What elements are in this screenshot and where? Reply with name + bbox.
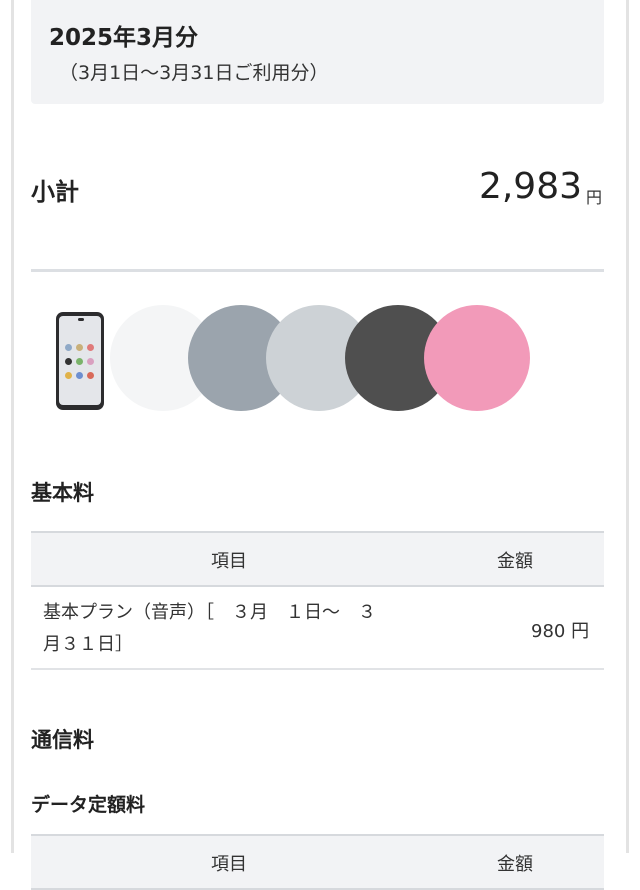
phone-screen [59,316,101,405]
billing-month-title: 2025年3月分 [49,25,199,51]
billing-period-range: （3月1日〜3月31日ご利用分） [59,62,329,84]
app-icon [87,358,94,365]
column-header-item: 項目 [211,551,247,572]
column-header-item: 項目 [211,854,247,875]
color-swatch-pink[interactable] [424,305,530,411]
phone-notch [78,318,84,321]
table-row-divider [31,668,604,670]
subtotal-label: 小計 [31,178,79,206]
basic-plan-amount: 980 円 [531,621,590,642]
smartphone-icon [56,312,104,410]
basic-fee-title: 基本料 [31,481,94,505]
app-icon [87,372,94,379]
right-frame-border [626,0,629,853]
app-icon [65,344,72,351]
subtotal-amount: 2,983 [478,166,582,207]
basic-plan-item-line1: 基本プラン（音声）［ ３月 １日〜 ３ [43,602,376,623]
subtotal-divider [31,269,604,272]
data-fee-table-header: 項目 金額 [31,834,604,890]
subtotal-currency: 円 [585,188,602,207]
basic-plan-item-line2: 月３１日］ [43,634,133,655]
app-icon [76,358,83,365]
basic-fee-table-header: 項目 金額 [31,531,604,587]
data-flat-rate-subtitle: データ定額料 [31,794,146,816]
communication-fee-title: 通信料 [31,728,94,752]
column-header-amount: 金額 [497,551,533,572]
billing-period-header: 2025年3月分 （3月1日〜3月31日ご利用分） [31,0,604,104]
column-header-amount: 金額 [497,854,533,875]
app-icon [76,372,83,379]
app-icon [65,358,72,365]
app-icon [87,344,94,351]
app-icon [76,344,83,351]
left-frame-border [11,0,14,853]
app-icon [65,372,72,379]
